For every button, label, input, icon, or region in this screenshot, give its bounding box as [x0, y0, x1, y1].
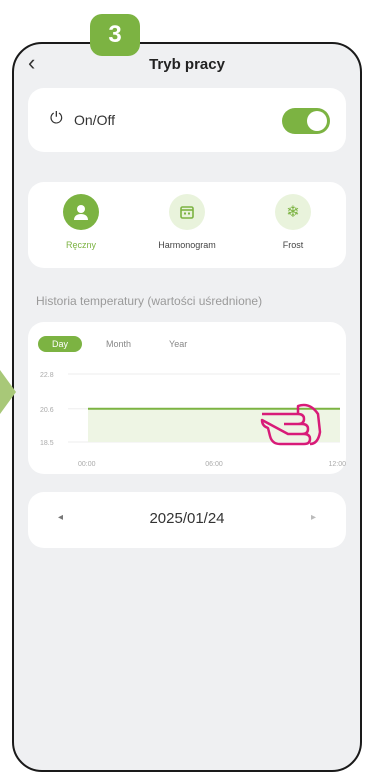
mode-reczny[interactable]: Ręczny [36, 194, 126, 250]
tab-day[interactable]: Day [38, 336, 83, 352]
mode-label: Ręczny [65, 240, 96, 250]
x-tick-label: 00:00 [78, 461, 96, 468]
mode-harmonogram[interactable]: Harmonogram [142, 194, 232, 250]
mode-label: Harmonogram [158, 240, 216, 250]
mode-frost[interactable]: ❄ Frost [248, 194, 338, 250]
y-tick-label: 22.8 [40, 372, 54, 379]
calendar-icon [169, 194, 205, 230]
tab-month[interactable]: Month [92, 336, 145, 352]
mode-label: Frost [282, 240, 304, 250]
date-label: 2025/01/24 [149, 510, 225, 527]
pointing-hand-icon [260, 403, 322, 446]
y-tick-label: 18.5 [40, 440, 54, 447]
mode-selector: Ręczny Harmonogram ❄ Frost [28, 182, 346, 268]
power-toggle[interactable] [282, 108, 330, 134]
power-label: On/Off [74, 112, 115, 128]
x-tick-label: 06:00 [205, 461, 223, 468]
y-tick-label: 20.6 [40, 407, 54, 414]
step-badge: 3 [90, 14, 140, 56]
power-icon: ⏻ [50, 110, 63, 127]
page-title: Tryb pracy [149, 56, 225, 73]
header: ‹ Tryb pracy [14, 44, 360, 84]
side-arrow [0, 370, 16, 414]
date-navigator: ◂ 2025/01/24 ▸ [28, 492, 346, 548]
history-title: Historia temperatury (wartości uśrednion… [36, 294, 263, 308]
tab-year[interactable]: Year [155, 336, 201, 352]
phone-frame: ‹ Tryb pracy ⏻ On/Off Ręczny Harmonogram… [12, 42, 362, 772]
toggle-knob [307, 111, 327, 131]
x-tick-label: 12:00 [328, 461, 346, 468]
power-card: ⏻ On/Off [28, 88, 346, 152]
snowflake-icon: ❄ [275, 194, 311, 230]
next-date-button[interactable]: ▸ [311, 512, 316, 523]
period-tabs: Day Month Year [38, 336, 201, 352]
person-icon [63, 194, 99, 230]
